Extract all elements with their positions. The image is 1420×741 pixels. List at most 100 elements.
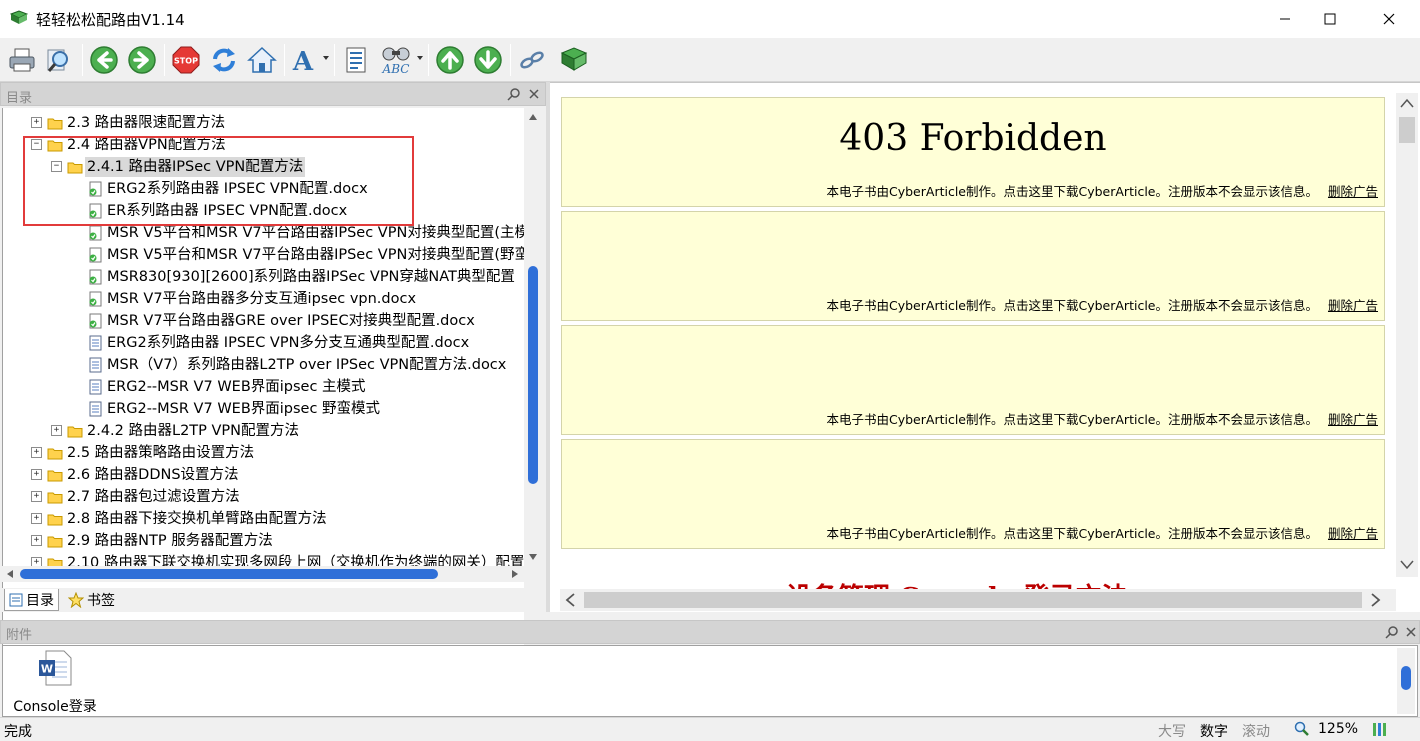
link-button[interactable]	[514, 42, 550, 78]
pin-icon[interactable]	[507, 87, 521, 101]
attachments-title: 附件	[6, 628, 33, 643]
toc-tree-item[interactable]: − 2.4 路由器VPN配置方法	[3, 134, 524, 156]
page-icon	[89, 335, 102, 351]
toc-tree-item[interactable]: ERG2系列路由器 IPSEC VPN配置.docx	[3, 178, 524, 200]
ad-footer: 本电子书由CyberArticle制作。点击这里下载CyberArticle。注…	[827, 295, 1379, 314]
toc-tree-item[interactable]: ERG2--MSR V7 WEB界面ipsec 主模式	[3, 376, 524, 398]
scroll-down-button[interactable]	[470, 42, 506, 78]
toc-vertical-scroll-thumb[interactable]	[528, 266, 538, 484]
scroll-up-arrow-icon[interactable]	[528, 112, 538, 122]
forward-button[interactable]	[124, 42, 160, 78]
scroll-down-arrow-icon[interactable]	[1400, 559, 1414, 571]
spell-check-button[interactable]: ABC	[376, 42, 416, 78]
toc-tree-item[interactable]: +2.8 路由器下接交换机单臂路由配置方法	[3, 508, 524, 530]
scroll-left-arrow-icon[interactable]	[564, 593, 576, 607]
attachments-vertical-scrollbar[interactable]	[1397, 648, 1415, 714]
toc-tree-item[interactable]: +2.5 路由器策略路由设置方法	[3, 442, 524, 464]
scroll-down-arrow-icon[interactable]	[528, 552, 538, 562]
arrow-down-icon	[474, 46, 502, 74]
ad-text[interactable]: 本电子书由CyberArticle制作。点击这里下载CyberArticle。注…	[827, 409, 1318, 428]
scroll-up-arrow-icon[interactable]	[1400, 97, 1414, 109]
toc-tree-item[interactable]: ERG2--MSR V7 WEB界面ipsec 野蛮模式	[3, 398, 524, 420]
contents-button[interactable]	[338, 42, 374, 78]
toc-tree-item[interactable]: ERG2系列路由器 IPSEC VPN多分支互通典型配置.docx	[3, 332, 524, 354]
toc-tree-item[interactable]: − 2.4.1 路由器IPSec VPN配置方法	[3, 156, 524, 178]
remove-ad-link[interactable]: 删除广告	[1328, 409, 1378, 428]
panel-close-icon[interactable]	[527, 87, 541, 101]
collapse-toggle-icon[interactable]: −	[31, 139, 42, 150]
arrow-right-icon	[128, 46, 156, 74]
home-button[interactable]	[244, 42, 280, 78]
scroll-left-arrow-icon[interactable]	[5, 569, 15, 579]
collapse-toggle-icon[interactable]: −	[51, 161, 62, 172]
tab-contents[interactable]: 目录	[4, 589, 59, 611]
stop-button[interactable]: STOP	[168, 42, 204, 78]
expand-toggle-icon[interactable]: +	[31, 117, 42, 128]
toc-tree-item[interactable]: MSR830[930][2600]系列路由器IPSec VPN穿越NAT典型配置	[3, 266, 524, 288]
close-button[interactable]	[1362, 0, 1416, 38]
toc-tree-item[interactable]: +2.3 路由器限速配置方法	[3, 112, 524, 134]
font-button[interactable]: A	[286, 42, 322, 78]
expand-toggle-icon[interactable]: +	[31, 491, 42, 502]
ad-text[interactable]: 本电子书由CyberArticle制作。点击这里下载CyberArticle。注…	[827, 295, 1318, 314]
font-icon: A	[292, 47, 314, 75]
back-button[interactable]	[86, 42, 122, 78]
font-dropdown-icon[interactable]	[323, 56, 329, 60]
toc-tree-item[interactable]: MSR V7平台路由器GRE over IPSEC对接典型配置.docx	[3, 310, 524, 332]
doc-link-icon	[89, 313, 102, 329]
content-vertical-scroll-thumb[interactable]	[1399, 117, 1415, 143]
spell-dropdown-icon[interactable]	[417, 56, 423, 60]
scroll-right-arrow-icon[interactable]	[510, 569, 520, 579]
zoom-level[interactable]: 125%	[1318, 721, 1358, 737]
content-vertical-scrollbar[interactable]	[1396, 93, 1418, 577]
scroll-right-arrow-icon[interactable]	[1370, 593, 1382, 607]
expand-toggle-icon[interactable]: +	[51, 425, 62, 436]
expand-toggle-icon[interactable]: +	[31, 469, 42, 480]
search-button[interactable]	[40, 42, 76, 78]
toc-tree-item[interactable]: ER系列路由器 IPSEC VPN配置.docx	[3, 200, 524, 222]
attachment-name: Console登录	[13, 699, 97, 715]
pin-icon[interactable]	[1385, 625, 1399, 639]
remove-ad-link[interactable]: 删除广告	[1328, 523, 1378, 542]
title-bar: 轻轻松松配路由V1.14	[0, 0, 1420, 38]
ad-text[interactable]: 本电子书由CyberArticle制作。点击这里下载CyberArticle。注…	[827, 181, 1318, 200]
home-icon	[247, 46, 277, 73]
svg-text:STOP: STOP	[174, 57, 198, 66]
content-horizontal-scrollbar[interactable]	[560, 589, 1396, 611]
print-button[interactable]	[4, 42, 40, 78]
remove-ad-link[interactable]: 删除广告	[1328, 181, 1378, 200]
scroll-up-button[interactable]	[432, 42, 468, 78]
toc-item-label: MSR830[930][2600]系列路由器IPSec VPN穿越NAT典型配置	[107, 269, 515, 285]
maximize-button[interactable]	[1303, 0, 1357, 38]
remove-ad-link[interactable]: 删除广告	[1328, 295, 1378, 314]
toc-tree-item[interactable]: +2.4.2 路由器L2TP VPN配置方法	[3, 420, 524, 442]
magnifier-icon	[47, 49, 68, 72]
binoculars-abc-icon: ABC	[382, 47, 410, 75]
toc-tree-item[interactable]: MSR V5平台和MSR V7平台路由器IPSec VPN对接典型配置(野蛮	[3, 244, 524, 266]
toc-tree-item[interactable]: MSR V7平台路由器多分支互通ipsec vpn.docx	[3, 288, 524, 310]
toc-tree-item[interactable]: MSR V5平台和MSR V7平台路由器IPSec VPN对接典型配置(主模	[3, 222, 524, 244]
zoom-icon[interactable]	[1294, 721, 1310, 737]
page-icon	[89, 401, 102, 417]
content-horizontal-scroll-thumb[interactable]	[584, 592, 1362, 608]
attachments-scroll-thumb[interactable]	[1401, 666, 1411, 690]
toc-horizontal-scrollbar[interactable]	[2, 566, 542, 582]
ad-banner: 本电子书由CyberArticle制作。点击这里下载CyberArticle。注…	[561, 211, 1385, 321]
refresh-button[interactable]	[206, 42, 242, 78]
toc-tree-item[interactable]: MSR（V7）系列路由器L2TP over IPSec VPN配置方法.docx	[3, 354, 524, 376]
toc-tree-item[interactable]: +2.7 路由器包过滤设置方法	[3, 486, 524, 508]
panel-close-icon[interactable]	[1404, 625, 1418, 639]
ad-text[interactable]: 本电子书由CyberArticle制作。点击这里下载CyberArticle。注…	[827, 523, 1318, 542]
expand-toggle-icon[interactable]: +	[31, 513, 42, 524]
toc-tree-item[interactable]: +2.9 路由器NTP 服务器配置方法	[3, 530, 524, 552]
expand-toggle-icon[interactable]: +	[31, 447, 42, 458]
attachment-item[interactable]: W Console登录	[7, 650, 103, 716]
tab-bookmarks[interactable]: 书签	[64, 589, 119, 611]
expand-toggle-icon[interactable]: +	[31, 535, 42, 546]
tab-bookmarks-label: 书签	[87, 593, 115, 609]
toc-tree-item[interactable]: +2.6 路由器DDNS设置方法	[3, 464, 524, 486]
toc-horizontal-scroll-thumb[interactable]	[20, 569, 438, 579]
toc-vertical-scrollbar[interactable]	[524, 110, 542, 566]
toc-item-label: ERG2--MSR V7 WEB界面ipsec 野蛮模式	[107, 401, 381, 417]
book-button[interactable]	[556, 42, 592, 78]
